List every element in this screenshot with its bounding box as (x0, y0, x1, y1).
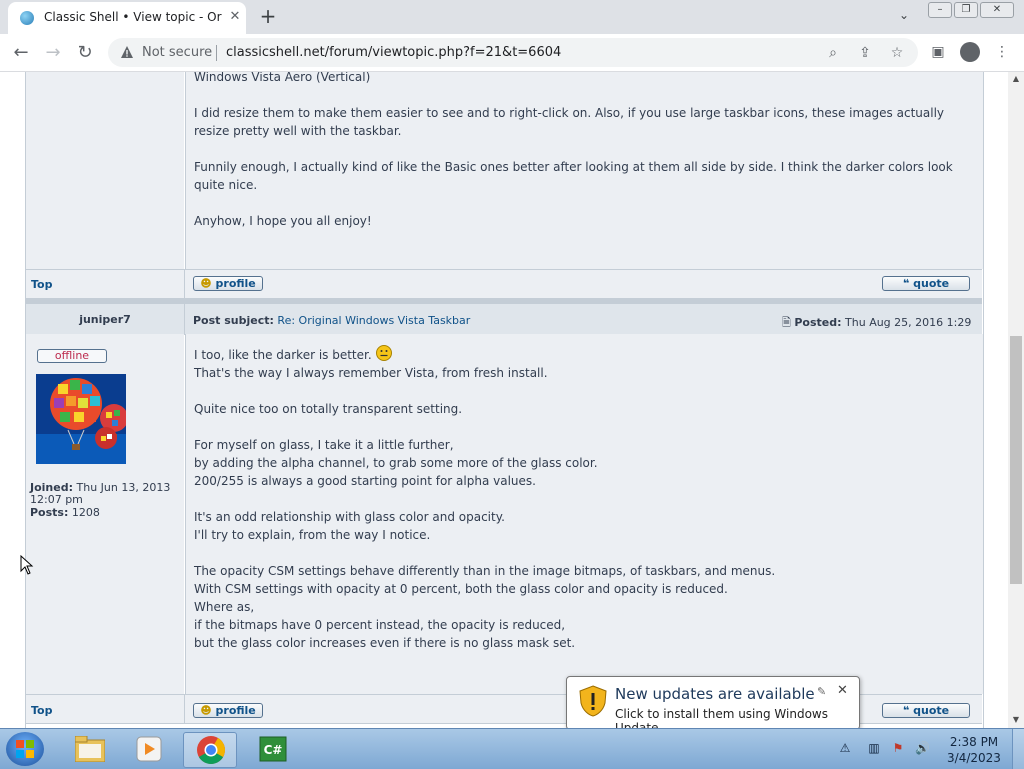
options-icon[interactable]: ✎ (817, 685, 826, 698)
profile-button[interactable]: ☻ profile (193, 703, 263, 718)
close-window-button[interactable]: ✕ (980, 2, 1014, 18)
tab-active[interactable]: Classic Shell • View topic - Original Wi… (8, 2, 246, 34)
address-bar[interactable]: Not secure classicshell.net/forum/viewto… (108, 38, 918, 67)
share-icon[interactable]: ⇪ (855, 43, 875, 63)
post2-body-column: I too, like the darker is better. That's… (185, 334, 983, 694)
explorer-taskbar-icon[interactable] (63, 732, 115, 766)
notification-title: New updates are available (615, 685, 815, 703)
quote-icon: ❝ (902, 704, 910, 717)
quote-button[interactable]: ❝ quote (882, 703, 970, 718)
browser-toolbar: ← → ↻ Not secure classicshell.net/forum/… (0, 34, 1024, 72)
clock-date[interactable]: 3/4/2023 (944, 751, 1004, 765)
close-icon[interactable]: ✕ (837, 683, 848, 698)
back-icon[interactable]: ← (8, 40, 34, 66)
chrome-icon (197, 736, 225, 764)
new-tab-button[interactable]: + (256, 5, 280, 29)
post2-body: I too, like the darker is better. That's… (194, 348, 776, 650)
quote-button[interactable]: ❝ quote (882, 276, 970, 291)
post-subject: Post subject: Re: Original Windows Vista… (193, 314, 470, 327)
clock-time[interactable]: 2:38 PM (944, 735, 1004, 749)
tab-close-icon[interactable]: ✕ (226, 8, 244, 26)
web-page: Windows Vista Aero (Vertical) I did resi… (0, 72, 1008, 728)
menu-kebab-icon[interactable]: ⋮ (992, 42, 1012, 62)
media-player-taskbar-icon[interactable] (123, 732, 175, 766)
reload-icon[interactable]: ↻ (72, 40, 98, 66)
minimize-button[interactable]: – (928, 2, 952, 18)
profile-button[interactable]: ☻ profile (193, 276, 263, 291)
windows-update-tray-icon[interactable]: ⚠ (838, 741, 852, 755)
media-player-icon (136, 736, 162, 762)
divider (184, 304, 185, 334)
svg-text:C#: C# (264, 743, 283, 757)
post2-author-column: offline Joined: Thu Jun 13, 2013 12:07 p… (26, 334, 184, 694)
bookmark-star-icon[interactable]: ☆ (887, 43, 907, 63)
tab-search-chevron-icon[interactable]: ⌄ (894, 8, 914, 26)
tab-title: Classic Shell • View topic - Original Wi… (44, 10, 222, 24)
scrollbar-thumb[interactable] (1010, 336, 1022, 584)
forum-topic: Windows Vista Aero (Vertical) I did resi… (25, 72, 984, 728)
profile-label: profile (215, 277, 256, 290)
status-badge: offline (37, 349, 107, 363)
shield-warning-icon (579, 685, 607, 717)
favicon-icon (20, 11, 34, 25)
forward-icon[interactable]: → (40, 40, 66, 66)
post1-author-column (26, 72, 184, 269)
quote-label: quote (913, 704, 950, 717)
author-joined: Joined: Thu Jun 13, 2013 12:07 pm (30, 482, 180, 506)
csharp-app-taskbar-icon[interactable]: C# (247, 732, 299, 766)
profile-icon: ☻ (200, 704, 212, 717)
profile-icon: ☻ (200, 277, 212, 290)
post-icon: 🗎 (782, 316, 791, 329)
quote-label: quote (913, 277, 950, 290)
posts-value: 1208 (71, 506, 100, 519)
post-author[interactable]: juniper7 (26, 313, 184, 326)
maximize-button[interactable]: ❐ (954, 2, 978, 18)
smiley-icon (376, 345, 392, 361)
csharp-icon: C# (259, 736, 287, 762)
divider (216, 45, 217, 61)
profile-label: profile (215, 704, 256, 717)
show-desktop-button[interactable] (1012, 729, 1024, 769)
network-icon[interactable]: ▥ (867, 741, 881, 755)
tab-strip: Classic Shell • View topic - Original Wi… (0, 0, 1024, 34)
warning-icon (121, 46, 133, 58)
windows-logo-icon (16, 740, 34, 758)
folder-icon (75, 736, 105, 762)
volume-icon[interactable]: 🔊 (915, 741, 930, 755)
post2-header: juniper7 Post subject: Re: Original Wind… (26, 303, 982, 346)
security-status[interactable]: Not secure (142, 45, 212, 60)
post1-footer: Top ☻ profile ❝ quote (26, 269, 982, 299)
divider (184, 695, 185, 723)
divider (184, 270, 185, 298)
side-panel-icon[interactable]: ▣ (928, 42, 948, 62)
profile-avatar-icon[interactable] (960, 42, 980, 62)
start-button[interactable] (6, 732, 44, 766)
top-link[interactable]: Top (31, 278, 52, 291)
author-posts: Posts: 1208 (30, 506, 180, 519)
post1-body: Windows Vista Aero (Vertical) I did resi… (194, 72, 953, 228)
subject-link[interactable]: Re: Original Windows Vista Taskbar (277, 314, 470, 327)
mouse-cursor-icon (20, 555, 34, 575)
zoom-search-icon[interactable]: ⌕ (823, 43, 843, 63)
update-notification[interactable]: New updates are available Click to insta… (566, 676, 860, 735)
action-center-icon[interactable]: ⚑ (891, 741, 905, 755)
quote-icon: ❝ (902, 277, 910, 290)
chrome-taskbar-icon[interactable] (183, 732, 237, 768)
post1-body-column: Windows Vista Aero (Vertical) I did resi… (185, 72, 983, 269)
posts-label: Posts: (30, 506, 69, 519)
posted-label: Posted: (794, 316, 842, 329)
subject-prefix: Post subject: (193, 314, 274, 327)
top-link[interactable]: Top (31, 704, 52, 717)
scroll-up-icon[interactable]: ▲ (1008, 72, 1024, 86)
url-text[interactable]: classicshell.net/forum/viewtopic.php?f=2… (226, 45, 561, 60)
taskbar: C# ⚠ ▥ ⚑ 🔊 2:38 PM 3/4/2023 (0, 728, 1024, 769)
scroll-down-icon[interactable]: ▼ (1008, 713, 1024, 727)
avatar[interactable] (36, 374, 126, 464)
